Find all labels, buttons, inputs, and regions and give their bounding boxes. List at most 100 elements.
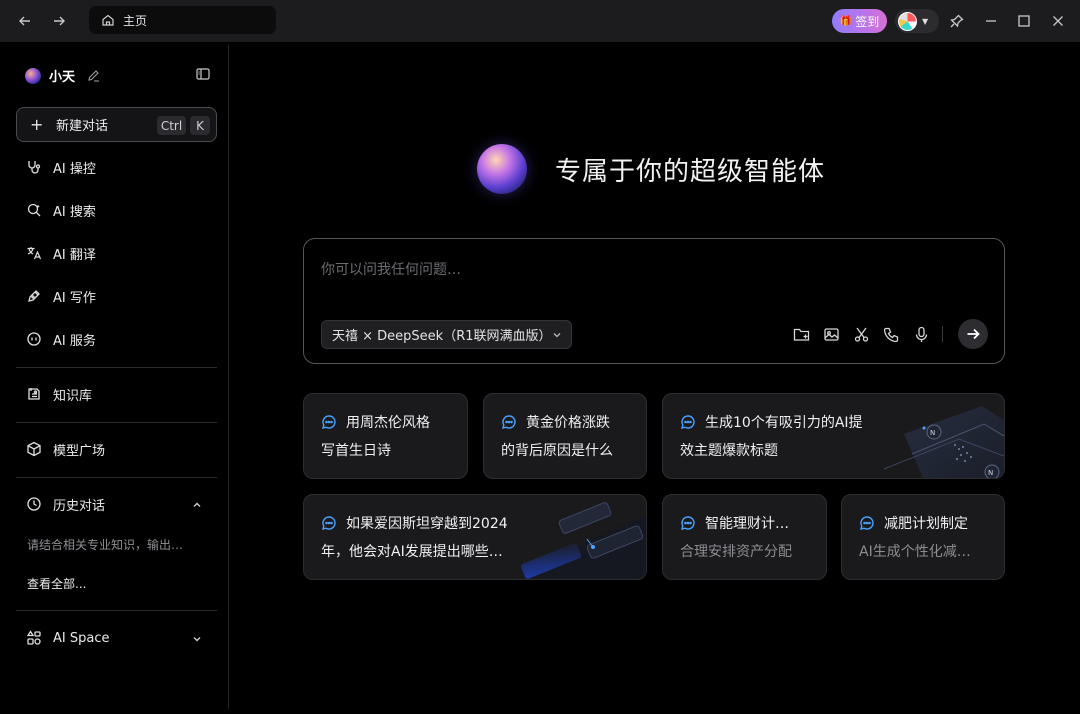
apps-grid-icon (26, 630, 42, 646)
suggestion-card[interactable]: 智能理财计… 合理安排资产分配 (662, 494, 827, 580)
divider (16, 367, 217, 368)
image-icon[interactable] (822, 325, 840, 343)
sidebar-toggle-icon[interactable] (196, 68, 210, 80)
divider (16, 477, 217, 478)
sidebar-item-ai-translate[interactable]: AI 翻译 (26, 242, 96, 264)
suggestion-title: 减肥计划制定 (884, 516, 968, 532)
chevron-down-icon (552, 330, 562, 340)
sidebar-item-ai-control[interactable]: AI 操控 (26, 156, 96, 178)
back-arrow-icon[interactable] (13, 9, 37, 33)
send-button[interactable] (958, 319, 988, 349)
address-bar[interactable]: 主页 (89, 6, 276, 34)
close-icon[interactable] (1046, 9, 1070, 33)
scissors-icon[interactable] (852, 325, 870, 343)
stethoscope-icon (26, 159, 42, 175)
sidebar-item-label: 模型广场 (53, 443, 106, 459)
new-chat-label: 新建对话 (56, 119, 109, 134)
sidebar-item-ai-search[interactable]: AI 搜索 (26, 199, 96, 221)
suggestion-title: 生成10个有吸引力的AI提 (705, 415, 863, 431)
microphone-icon[interactable] (912, 325, 930, 343)
chat-input-placeholder[interactable]: 你可以问我任何问题… (321, 259, 461, 279)
home-icon (101, 13, 115, 27)
clock-icon (26, 496, 42, 512)
suggestion-card[interactable]: 如果爱因斯坦穿越到2024 年，他会对AI发展提出哪些… (303, 494, 647, 580)
hero: 专属于你的超级智能体 (477, 144, 825, 194)
signin-label: 签到 (855, 14, 880, 29)
maximize-icon[interactable] (1012, 9, 1036, 33)
sidebar-item-ai-writing[interactable]: AI 写作 (26, 285, 96, 307)
sidebar-item-label: AI 翻译 (53, 247, 96, 263)
pen-icon (26, 288, 42, 304)
chat-bubble-icon (321, 515, 337, 531)
suggestion-title: 智能理财计… (705, 516, 789, 532)
sidebar-item-history[interactable]: 历史对话 (26, 493, 105, 515)
card-decoration (521, 502, 646, 579)
suggestion-title: 用周杰伦风格 (346, 415, 430, 431)
user-profile[interactable]: 小天 (25, 66, 100, 85)
username: 小天 (49, 70, 76, 85)
sidebar-item-model-plaza[interactable]: 模型广场 (26, 438, 105, 460)
toolbar-divider (942, 326, 943, 342)
translate-icon (26, 245, 42, 261)
sidebar-item-label: AI 服务 (53, 333, 96, 349)
signin-button[interactable]: 🎁 签到 (832, 9, 887, 33)
minimize-icon[interactable] (979, 9, 1003, 33)
suggestion-subtitle: 写首生日诗 (321, 443, 391, 459)
sidebar-item-label: AI 搜索 (53, 204, 96, 220)
suggestion-card[interactable]: 用周杰伦风格 写首生日诗 (303, 393, 468, 479)
new-chat-button[interactable]: + 新建对话 Ctrl K (16, 107, 217, 142)
chat-bubble-icon (680, 515, 696, 531)
user-avatar (25, 67, 41, 84)
account-menu[interactable]: ▼ (895, 9, 939, 33)
sidebar: 小天 + 新建对话 Ctrl K AI 操控 AI 搜索 AI 翻译 AI 写作 (5, 45, 229, 709)
suggestion-subtitle: 年，他会对AI发展提出哪些… (321, 544, 503, 560)
arrow-right-icon (967, 328, 980, 340)
suggestion-card[interactable]: 黄金价格涨跌 的背后原因是什么 (483, 393, 647, 479)
chat-bubble-icon (321, 414, 337, 430)
sidebar-item-ai-service[interactable]: AI 服务 (26, 328, 96, 350)
suggestion-title: 如果爱因斯坦穿越到2024 (346, 516, 508, 532)
suggestion-subtitle: 的背后原因是什么 (501, 443, 613, 459)
chat-input-box[interactable]: 你可以问我任何问题… 天禧 × DeepSeek（R1联网满血版） (303, 238, 1005, 364)
suggestion-card[interactable]: N N 生成10个有吸引力的AI提 效主题爆款标题 (662, 393, 1005, 479)
view-all-link[interactable]: 查看全部... (27, 575, 86, 592)
history-entry[interactable]: 请结合相关专业知识，输出… (27, 536, 183, 553)
cube-icon (26, 441, 42, 457)
service-icon (26, 331, 42, 347)
tab-title: 主页 (123, 13, 148, 28)
divider (16, 610, 217, 611)
suggestion-title: 黄金价格涨跌 (526, 415, 610, 431)
chat-bubble-icon (501, 414, 517, 430)
sidebar-item-label: 历史对话 (53, 498, 106, 514)
avatar (898, 11, 917, 31)
card-decoration: N N (883, 406, 1004, 478)
forward-arrow-icon[interactable] (47, 9, 71, 33)
search-icon (26, 202, 42, 218)
shortcut-ctrl: Ctrl (157, 116, 186, 135)
pin-icon[interactable] (945, 9, 969, 33)
chat-bubble-icon (859, 515, 875, 531)
svg-text:N: N (988, 469, 993, 477)
hero-title: 专属于你的超级智能体 (555, 156, 826, 187)
suggestion-subtitle: 效主题爆款标题 (680, 443, 778, 459)
phone-icon[interactable] (882, 325, 900, 343)
chevron-up-icon[interactable] (191, 499, 203, 511)
sidebar-item-label: AI Space (53, 630, 110, 646)
plus-icon: + (30, 115, 44, 134)
suggestion-subtitle: 合理安排资产分配 (680, 544, 792, 560)
gift-icon: 🎁 (839, 15, 853, 27)
shortcut-key: K (190, 116, 210, 135)
model-selector[interactable]: 天禧 × DeepSeek（R1联网满血版） (321, 320, 572, 349)
svg-text:N: N (930, 429, 935, 437)
edit-icon[interactable] (87, 69, 100, 82)
chevron-down-icon[interactable] (191, 633, 203, 645)
chat-bubble-icon (680, 414, 696, 430)
sidebar-item-knowledge-base[interactable]: 知识库 (26, 383, 92, 405)
assistant-orb-logo (477, 144, 527, 194)
sidebar-item-label: 知识库 (53, 388, 93, 404)
sidebar-item-ai-space[interactable]: AI Space (26, 627, 109, 649)
caret-down-icon: ▼ (922, 16, 929, 26)
suggestion-card[interactable]: 减肥计划制定 AI生成个性化减… (841, 494, 1005, 580)
title-bar: 主页 🎁 签到 ▼ (0, 0, 1080, 42)
upload-folder-icon[interactable] (792, 325, 810, 343)
